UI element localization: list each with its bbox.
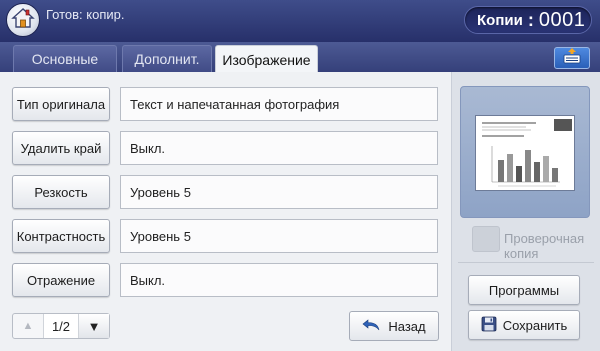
tab-advanced[interactable]: Дополнит.	[122, 45, 212, 72]
original-type-button[interactable]: Тип оригинала	[12, 87, 110, 121]
home-icon	[11, 7, 35, 34]
tab-image[interactable]: Изображение	[215, 45, 318, 73]
back-button-label: Назад	[388, 318, 426, 334]
proof-copy-label: Проверочная копия	[504, 231, 585, 261]
job-menu-button[interactable]	[554, 47, 590, 69]
original-type-value: Текст и напечатанная фотография	[120, 87, 438, 121]
triangle-down-icon: ▼	[87, 318, 101, 334]
tab-bar: Основные Дополнит. Изображение	[0, 42, 600, 73]
copies-label: Копии	[477, 11, 523, 29]
page-down-button[interactable]: ▼	[79, 314, 109, 338]
preview-panel: Проверочная копия Программы Сохранить	[451, 72, 600, 351]
page-up-button[interactable]: ▲	[13, 314, 43, 338]
copies-counter[interactable]: Копии : 0001	[464, 6, 592, 34]
page-indicator: 1/2	[43, 314, 79, 338]
mirror-button[interactable]: Отражение	[12, 263, 110, 297]
triangle-up-icon: ▲	[22, 320, 34, 332]
document-thumbnail-icon	[475, 115, 575, 191]
mirror-value: Выкл.	[120, 263, 438, 297]
status-message: Готов: копир.	[46, 7, 125, 22]
erase-edge-button[interactable]: Удалить край	[12, 131, 110, 165]
sharpness-button[interactable]: Резкость	[12, 175, 110, 209]
back-button[interactable]: Назад	[349, 311, 439, 341]
programs-button[interactable]: Программы	[468, 275, 580, 305]
copies-separator: :	[527, 9, 534, 30]
undo-arrow-icon	[362, 318, 382, 335]
erase-edge-value: Выкл.	[120, 131, 438, 165]
save-button-label: Сохранить	[502, 317, 568, 333]
contrast-button[interactable]: Контрастность	[12, 219, 110, 253]
list-menu-icon	[562, 47, 582, 69]
programs-button-label: Программы	[488, 282, 560, 298]
top-status-bar: Готов: копир. Копии : 0001	[0, 0, 600, 42]
page-navigator: ▲ 1/2 ▼	[12, 313, 110, 339]
save-button[interactable]: Сохранить	[468, 310, 580, 340]
contrast-value: Уровень 5	[120, 219, 438, 253]
original-preview	[460, 86, 590, 218]
floppy-disk-icon	[481, 316, 497, 335]
sharpness-value: Уровень 5	[120, 175, 438, 209]
copies-value: 0001	[538, 8, 586, 31]
panel-divider	[458, 262, 594, 263]
home-button[interactable]	[6, 3, 40, 37]
tab-basic[interactable]: Основные	[13, 45, 117, 72]
proof-copy-checkbox[interactable]	[472, 226, 500, 252]
